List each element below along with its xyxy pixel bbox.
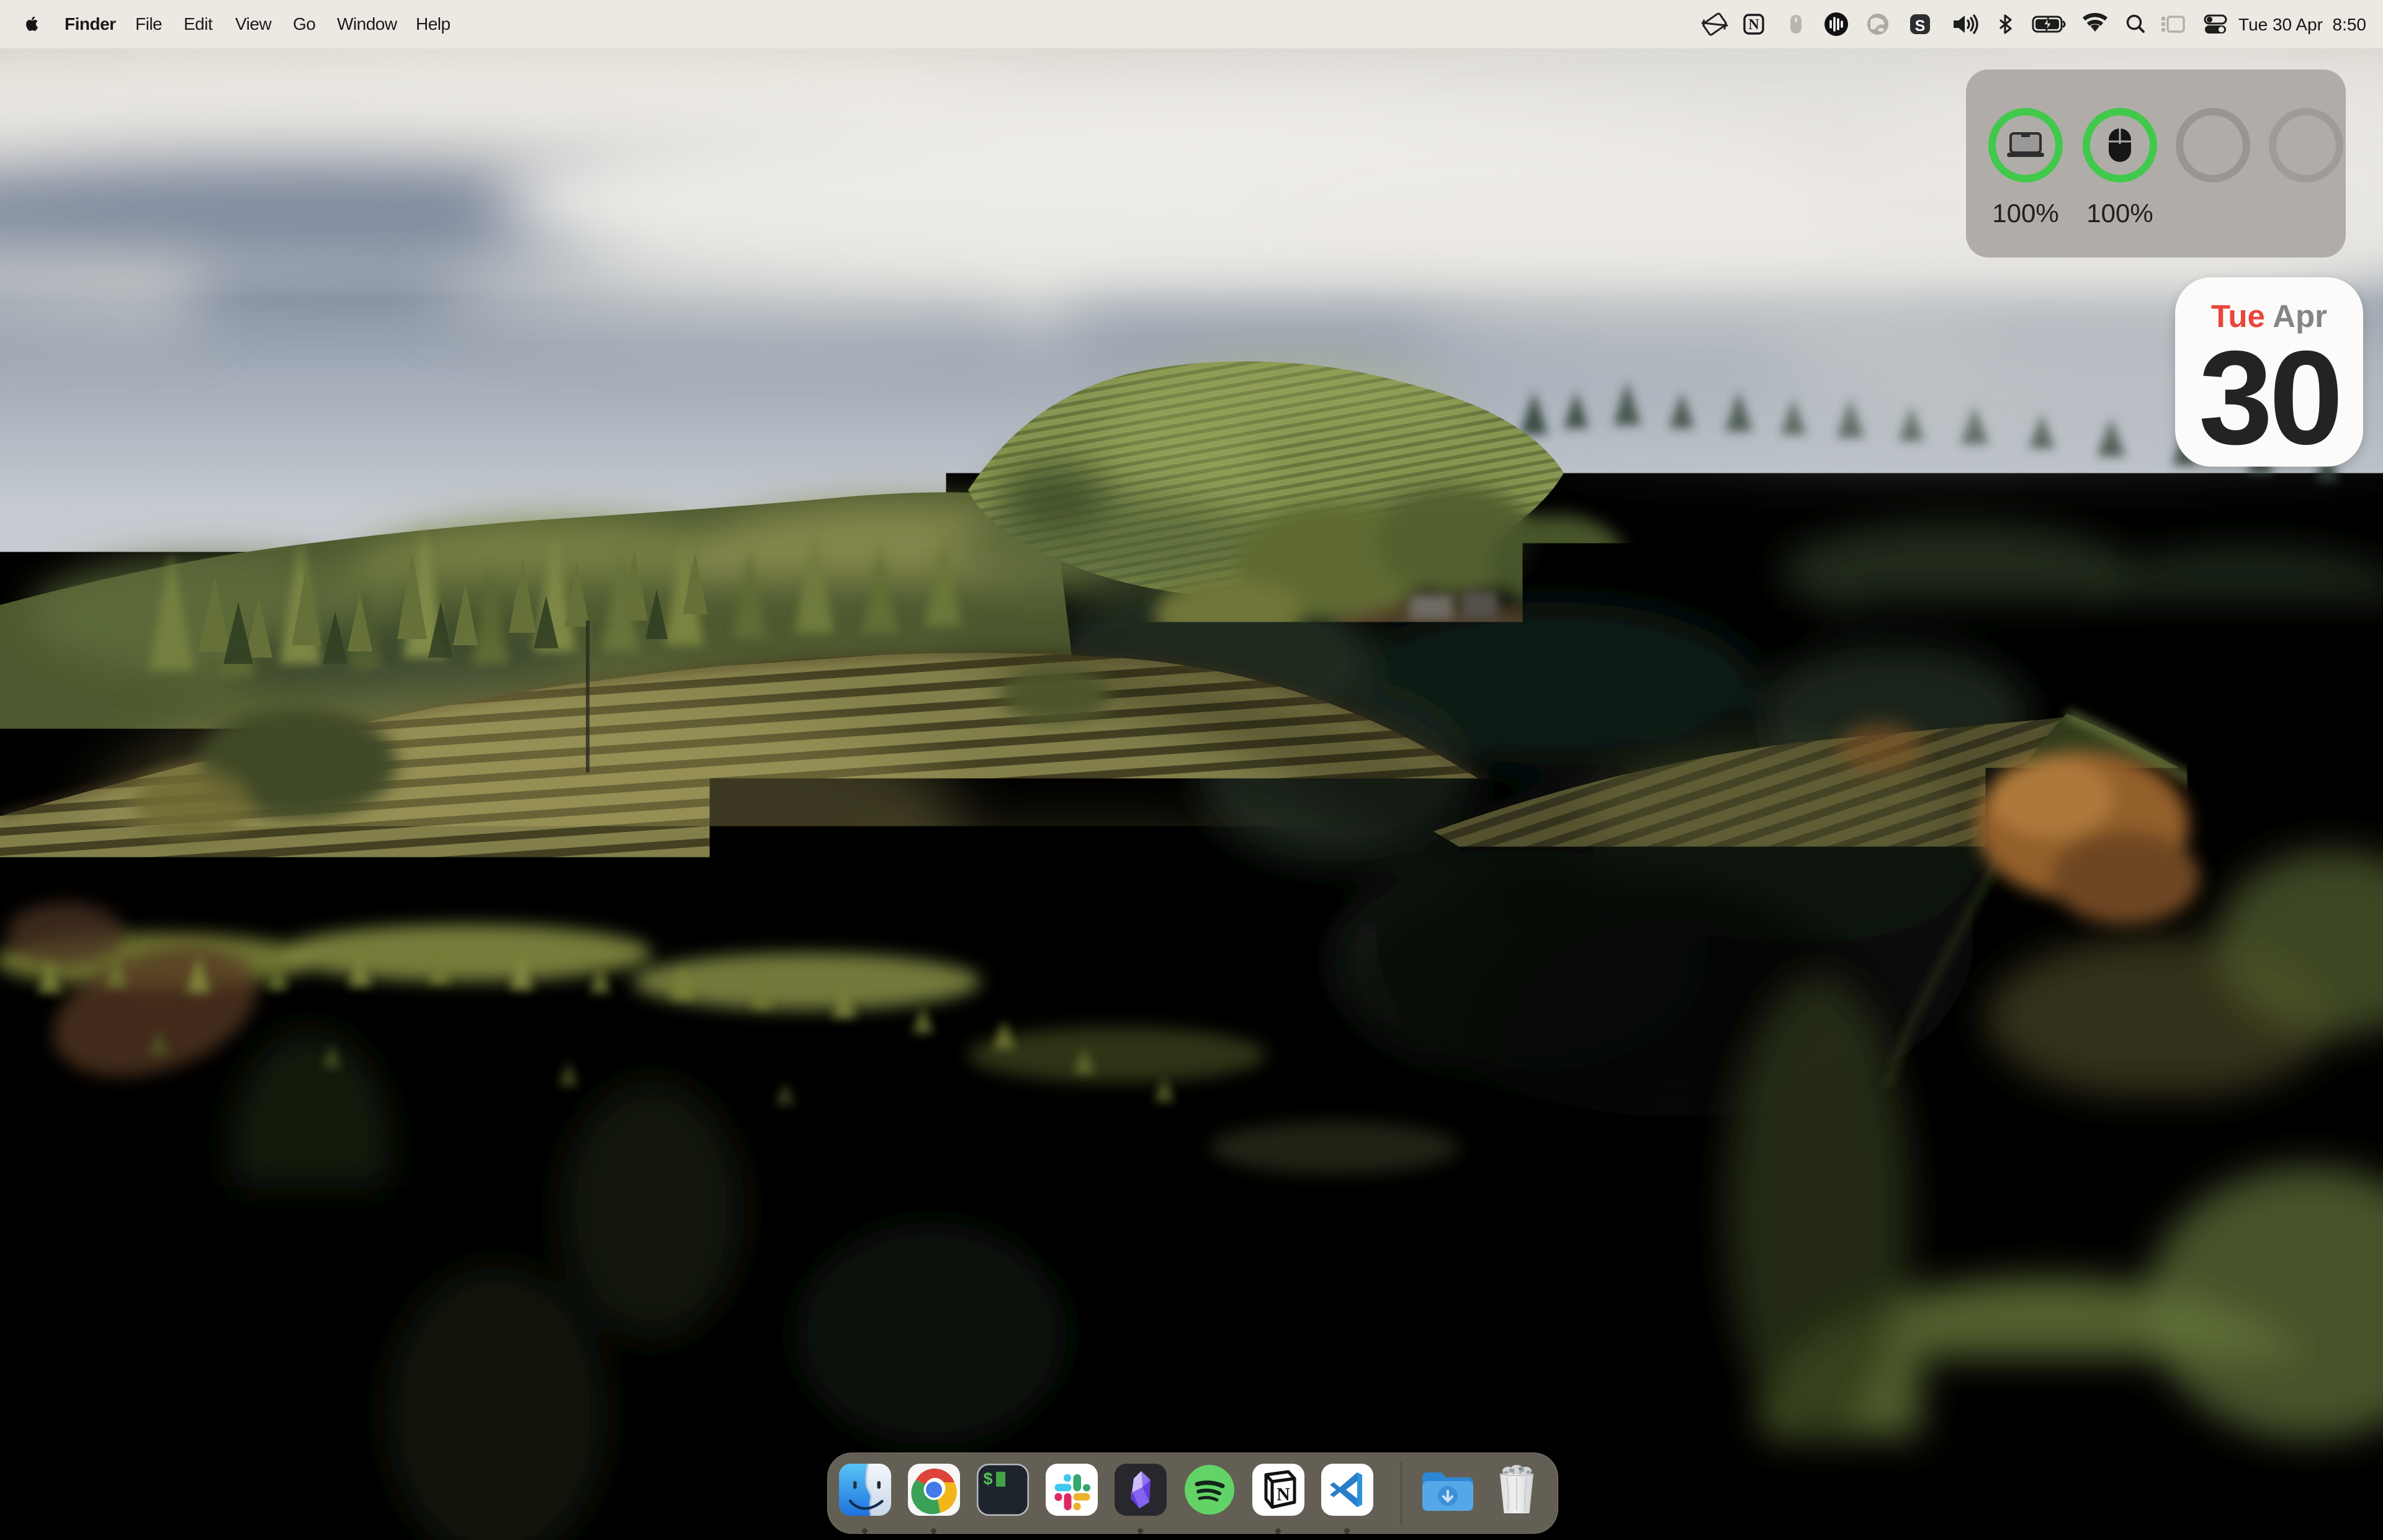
svg-text:S: S [1915,17,1926,35]
svg-text:$: $ [983,1471,993,1490]
svg-text:N: N [1748,17,1759,33]
svg-text:N: N [1277,1484,1290,1505]
